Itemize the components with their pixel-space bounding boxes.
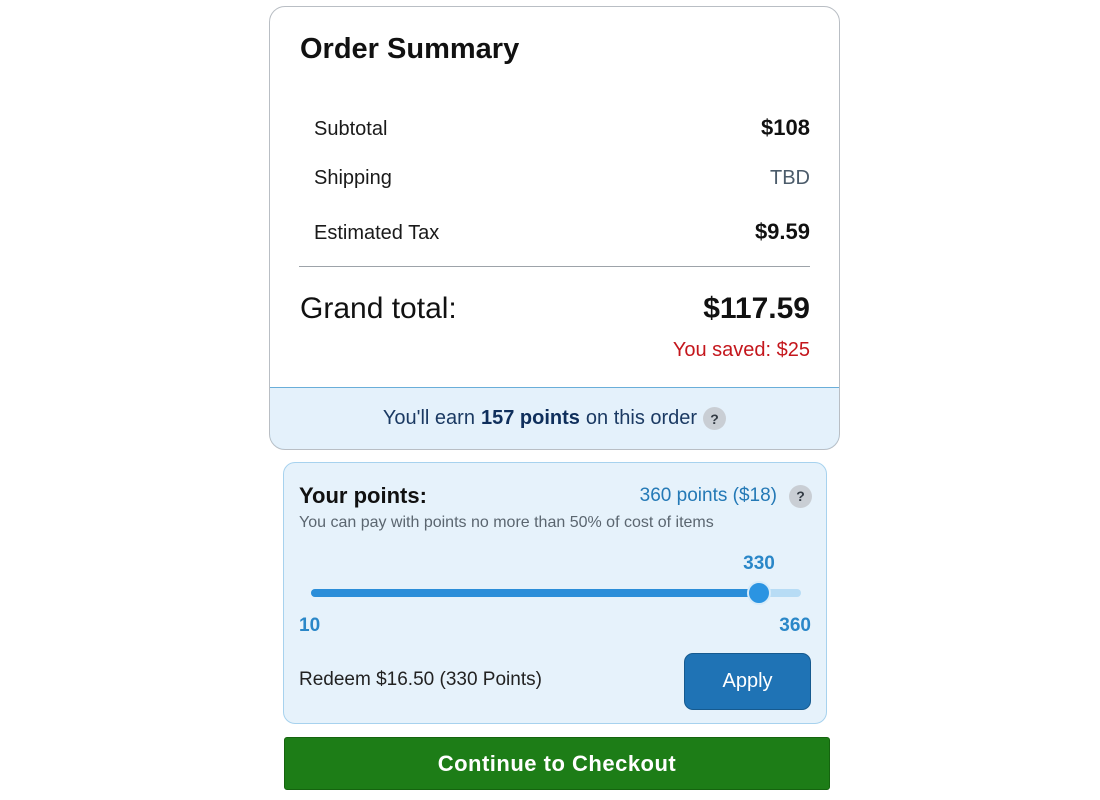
subtotal-row: Subtotal $108 <box>314 115 810 141</box>
redeem-summary: Redeem $16.50 (330 Points) <box>299 669 542 690</box>
estimated-tax-row: Estimated Tax $9.59 <box>314 219 810 245</box>
grand-total-row: Grand total: $117.59 <box>300 292 810 326</box>
savings-text: You saved: $25 <box>672 339 810 361</box>
estimated-tax-label: Estimated Tax <box>314 222 440 244</box>
continue-to-checkout-button[interactable]: Continue to Checkout <box>284 737 830 790</box>
earn-suffix: on this order <box>585 407 698 429</box>
points-slider[interactable] <box>311 581 801 605</box>
order-summary-card: Order Summary Subtotal $108 Shipping TBD… <box>269 6 840 450</box>
grand-total-value: $117.59 <box>703 292 810 325</box>
question-circle-icon[interactable]: ? <box>789 484 812 508</box>
points-balance-group: 360 points ($18) ? <box>639 484 812 508</box>
points-title: Your points: <box>299 483 427 508</box>
summary-divider <box>299 266 810 267</box>
points-redemption-card: Your points: 360 points ($18) ? You can … <box>283 462 827 724</box>
shipping-label: Shipping <box>314 167 392 189</box>
estimated-tax-value: $9.59 <box>754 219 810 244</box>
earn-prefix: You'll earn <box>382 407 475 429</box>
slider-fill <box>311 589 759 597</box>
question-circle-icon[interactable]: ? <box>703 407 727 430</box>
points-limit-note: You can pay with points no more than 50%… <box>299 514 714 531</box>
slider-thumb[interactable] <box>747 581 771 605</box>
points-header: Your points: 360 points ($18) ? <box>299 483 812 509</box>
apply-button[interactable]: Apply <box>684 653 811 710</box>
earn-points-amount: 157 points <box>480 407 580 429</box>
points-balance: 360 points ($18) <box>639 485 777 506</box>
slider-max-label: 360 <box>779 615 811 636</box>
slider-value-label: 330 <box>743 553 775 574</box>
earn-points-banner: You'll earn 157 points on this order ? <box>270 387 839 449</box>
subtotal-label: Subtotal <box>314 118 388 140</box>
grand-total-label: Grand total: <box>300 292 457 325</box>
subtotal-value: $108 <box>761 115 810 140</box>
order-summary-title: Order Summary <box>300 33 520 65</box>
shipping-row: Shipping TBD <box>314 167 810 190</box>
shipping-value: TBD <box>770 167 810 189</box>
slider-min-label: 10 <box>299 615 321 636</box>
